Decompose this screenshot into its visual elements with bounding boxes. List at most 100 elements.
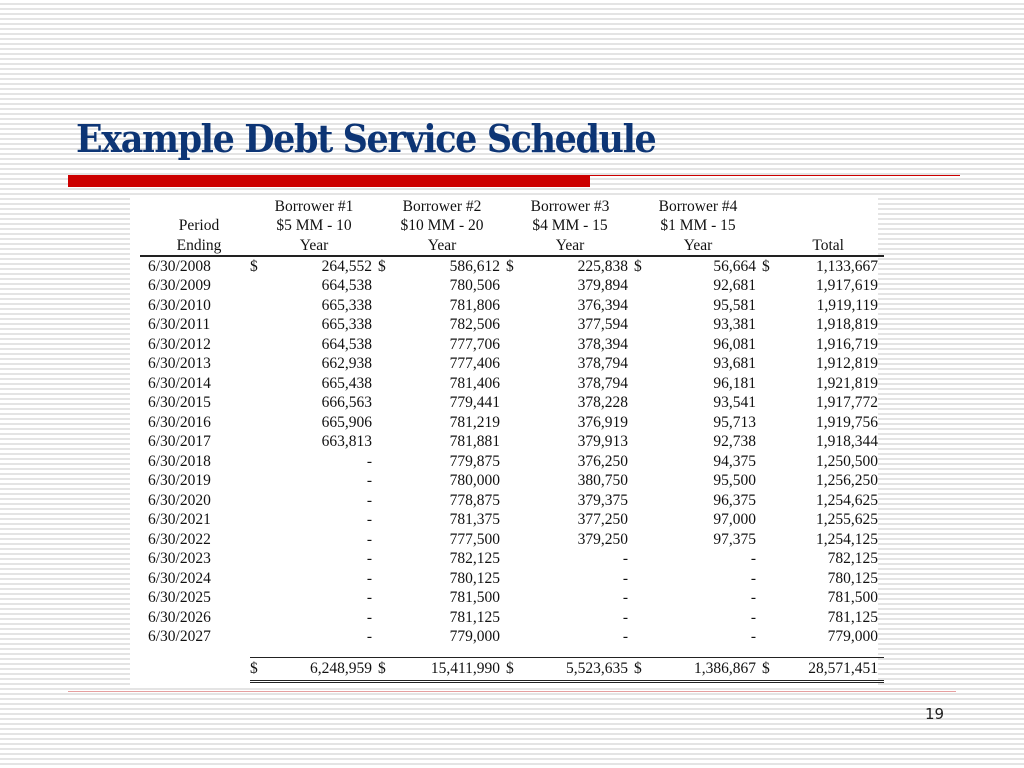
period-ending-cell: 6/30/2015 — [148, 394, 211, 412]
currency-symbol — [378, 276, 400, 296]
header-row-1: Borrower #1 Borrower #2 Borrower #3 Borr… — [140, 196, 884, 216]
currency-symbol — [378, 315, 400, 335]
borrower3-cell: - — [622, 628, 628, 646]
currency-symbol — [250, 569, 272, 589]
borrower4-cell: 95,581 — [713, 296, 756, 314]
borrower3-cell: 225,838 — [577, 257, 628, 275]
period-ending-cell: 6/30/2010 — [148, 296, 211, 314]
total-cell: 781,500 — [827, 589, 878, 607]
currency-symbol — [634, 491, 656, 511]
total-cell: 1,254,125 — [816, 530, 878, 548]
period-ending-cell: 6/30/2025 — [148, 589, 211, 607]
grand-total: 28,571,451 — [784, 656, 884, 683]
borrower4-cell: 96,375 — [713, 491, 756, 509]
currency-symbol — [378, 354, 400, 374]
borrower1-cell: - — [366, 530, 372, 548]
currency-symbol — [506, 530, 528, 550]
period-ending-cell: 6/30/2008 — [148, 257, 211, 275]
table-row: 6/30/2020 - 778,875 379,375 96,375 1,254,625 — [140, 491, 884, 511]
currency-symbol — [634, 413, 656, 433]
table-row: 6/30/2009 664,538 780,506 379,894 92,681 1,91… — [140, 276, 884, 296]
borrower4-cell: 56,664 — [713, 257, 756, 275]
borrower4-cell: 93,381 — [713, 316, 756, 334]
borrower2-cell: 781,500 — [449, 589, 500, 607]
currency-symbol — [506, 588, 528, 608]
borrower2-cell: 782,125 — [449, 550, 500, 568]
currency-symbol — [506, 374, 528, 394]
currency-symbol — [250, 413, 272, 433]
currency-symbol — [250, 335, 272, 355]
currency-symbol — [250, 296, 272, 316]
currency-symbol — [506, 452, 528, 472]
totals-label — [140, 657, 250, 681]
currency-symbol — [634, 393, 656, 413]
borrower4-cell: 92,681 — [713, 277, 756, 295]
header-total: Total — [762, 235, 884, 257]
borrower4-cell: 96,181 — [713, 374, 756, 392]
table-row: 6/30/2010 665,338 781,806 376,394 95,581 1,91… — [140, 296, 884, 316]
borrower2-cell: 781,375 — [449, 511, 500, 529]
borrower1-cell: - — [366, 452, 372, 470]
borrower4-cell: - — [750, 608, 756, 626]
total-cell: 1,255,625 — [816, 511, 878, 529]
header-borrower2: Year — [378, 235, 506, 257]
table-row: 6/30/2026 - 781,125 - - 781,125 — [140, 608, 884, 628]
borrower3-cell: - — [622, 589, 628, 607]
borrower1-cell: 665,906 — [321, 413, 372, 431]
total-cell: 1,918,819 — [816, 316, 878, 334]
currency-symbol — [762, 452, 784, 472]
borrower2-cell: 780,125 — [449, 569, 500, 587]
currency-symbol — [506, 549, 528, 569]
currency-symbol — [506, 296, 528, 316]
currency-symbol — [506, 393, 528, 413]
currency-symbol — [762, 315, 784, 335]
period-ending-cell: 6/30/2017 — [148, 433, 211, 451]
period-ending-cell: 6/30/2012 — [148, 335, 211, 353]
currency-symbol — [762, 393, 784, 413]
currency-symbol — [762, 530, 784, 550]
currency-symbol — [634, 315, 656, 335]
borrower1-cell: 664,538 — [321, 335, 372, 353]
currency-symbol — [378, 608, 400, 628]
total-cell: 1,916,719 — [816, 335, 878, 353]
currency-symbol — [378, 393, 400, 413]
borrower3-cell: 376,919 — [577, 413, 628, 431]
table-row: 6/30/2017 663,813 781,881 379,913 92,738 1,91… — [140, 432, 884, 452]
borrower2-cell: 781,881 — [449, 433, 500, 451]
borrower4-cell: - — [750, 569, 756, 587]
header-borrower4: Year — [634, 235, 762, 257]
page-number: 19 — [925, 705, 945, 723]
total-cell: 781,125 — [827, 608, 878, 626]
currency-symbol — [506, 608, 528, 628]
borrower1-cell: - — [366, 628, 372, 646]
currency-symbol — [378, 491, 400, 511]
borrower1-cell: 662,938 — [321, 355, 372, 373]
header-period: Ending — [140, 235, 250, 257]
borrower1-cell: 664,538 — [321, 277, 372, 295]
currency-symbol — [250, 491, 272, 511]
borrower2-cell: 781,806 — [449, 296, 500, 314]
borrower3-cell: 379,250 — [577, 530, 628, 548]
currency-symbol — [506, 315, 528, 335]
borrower3-cell: 378,794 — [577, 355, 628, 373]
currency-symbol — [634, 276, 656, 296]
period-ending-cell: 6/30/2013 — [148, 355, 211, 373]
period-ending-cell: 6/30/2020 — [148, 491, 211, 509]
borrower3-cell: 378,228 — [577, 394, 628, 412]
header-total — [762, 216, 884, 236]
period-ending-cell: 6/30/2026 — [148, 608, 211, 626]
borrower1-cell: - — [366, 589, 372, 607]
borrower4-cell: - — [750, 550, 756, 568]
slide-title: Example Debt Service Schedule — [76, 116, 657, 161]
currency-symbol — [250, 393, 272, 413]
period-ending-cell: 6/30/2021 — [148, 511, 211, 529]
currency-symbol — [634, 374, 656, 394]
header-borrower1: Borrower #1 — [274, 197, 354, 215]
currency-symbol — [250, 627, 272, 647]
borrower4-cell: 96,081 — [713, 335, 756, 353]
title-underline-accent — [68, 175, 590, 187]
period-ending-cell: 6/30/2014 — [148, 374, 211, 392]
currency-symbol — [250, 354, 272, 374]
currency-symbol — [506, 335, 528, 355]
borrower3-cell: 379,913 — [577, 433, 628, 451]
